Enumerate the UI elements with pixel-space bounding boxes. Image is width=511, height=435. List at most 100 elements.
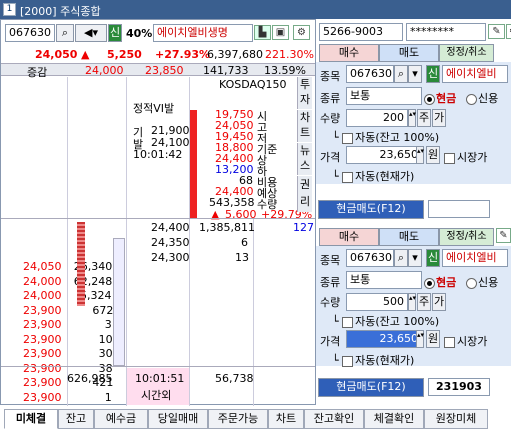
cash-radio[interactable]: 현금 xyxy=(424,90,456,106)
bottom-tab[interactable]: 차트 xyxy=(268,409,304,429)
tab-buy[interactable]: 매수 xyxy=(319,228,379,246)
bottom-tab[interactable]: 미체결 xyxy=(4,409,58,429)
tab-sell[interactable]: 매도 xyxy=(379,228,439,246)
chart-icon[interactable]: ▙ xyxy=(254,25,271,40)
search-button[interactable]: ⌕ xyxy=(394,249,408,267)
settings-icon[interactable]: ⚙ xyxy=(293,25,310,40)
sell-submit-button[interactable]: 현금매도(F12) xyxy=(318,378,424,397)
bottom-tab[interactable]: 당일매매 xyxy=(148,409,208,429)
shares-button[interactable]: 주 xyxy=(417,293,431,311)
credit-radio[interactable]: 신용 xyxy=(466,90,498,106)
order-type-select[interactable]: 보통 xyxy=(346,271,422,289)
auto-current-checkbox[interactable]: └ 자동(현재가) xyxy=(332,352,414,368)
stock-name: 에이치엘비생명 xyxy=(153,24,253,42)
market-price-checkbox[interactable]: 시장가 xyxy=(444,333,487,349)
search-button[interactable]: ⌕ xyxy=(394,65,408,83)
credit-badge[interactable]: 신 xyxy=(426,249,440,267)
bid-price: 24,000 xyxy=(23,274,62,288)
left-panel: 067630 ⌕ ◀▾ 신 40% 에이치엘비생명 ▙ ▣ ⚙ 24,050 ▲… xyxy=(0,19,316,406)
price-stepper[interactable]: ▴▾ xyxy=(416,146,424,164)
exec-price-1: 24,400 xyxy=(151,221,190,234)
dropdown-button[interactable]: ▾ xyxy=(408,249,422,267)
available-button[interactable]: 가 xyxy=(432,109,446,127)
bid-volume: 10 xyxy=(98,332,113,346)
order-code-input[interactable]: 067630 xyxy=(346,249,394,267)
static-vi-label: 정적VI발 xyxy=(133,102,175,115)
bid-scrollbar[interactable] xyxy=(113,238,125,366)
qty-input[interactable]: 500 xyxy=(346,293,408,311)
tab-buy[interactable]: 매수 xyxy=(319,44,379,62)
exp-up-arrow-icon: ▲ xyxy=(211,208,220,221)
bid-volume: 672 xyxy=(92,303,114,317)
available-button[interactable]: 가 xyxy=(432,293,446,311)
credit-badge[interactable]: 신 xyxy=(426,65,440,83)
tab-rights[interactable]: 권리 xyxy=(297,176,312,212)
market-price-checkbox[interactable]: 시장가 xyxy=(444,149,487,165)
settings-icon[interactable]: ⚙ xyxy=(506,24,511,39)
sound-button[interactable]: ◀▾ xyxy=(75,24,107,42)
qty-stepper[interactable]: ▴▾ xyxy=(408,293,416,311)
bottom-tab[interactable]: 잔고 xyxy=(58,409,94,429)
col-divider xyxy=(67,77,68,406)
bid-volume: 30 xyxy=(98,347,113,360)
tab-investor[interactable]: 투자 xyxy=(297,77,312,109)
title-bar: 1 [2000] 주식종합 xyxy=(0,0,511,19)
hdr-v4: 13.59% xyxy=(264,64,306,77)
margin-pct: 40% xyxy=(126,27,153,40)
bid-price: 23,900 xyxy=(23,303,62,317)
stock-code-input[interactable]: 067630 xyxy=(5,24,55,42)
window-icon[interactable]: ▣ xyxy=(272,25,289,40)
bid-price: 23,900 xyxy=(23,332,62,346)
bid-price: 24,000 xyxy=(23,289,62,302)
vi-time: 10:01:42 xyxy=(133,148,183,161)
password-input[interactable]: ******** xyxy=(406,23,486,41)
price-stepper[interactable]: ▴▾ xyxy=(416,330,424,348)
bottom-tab[interactable]: 예수금 xyxy=(94,409,148,429)
order-code-input[interactable]: 067630 xyxy=(346,65,394,83)
tab-sell[interactable]: 매도 xyxy=(379,44,439,62)
bid-price: 24,050 xyxy=(23,260,62,273)
tab-chart[interactable]: 차트 xyxy=(297,110,312,142)
exec-vol-3: 13 xyxy=(235,251,249,264)
tab-modify-cancel[interactable]: 정정/취소 xyxy=(439,44,494,62)
price-input[interactable]: 23,650 xyxy=(346,146,422,164)
type-label: 종류 xyxy=(320,276,341,289)
shares-button[interactable]: 주 xyxy=(417,109,431,127)
search-button[interactable]: ⌕ xyxy=(56,24,74,42)
qty-input[interactable]: 200 xyxy=(346,109,408,127)
hdr-v1: 24,000 xyxy=(85,64,124,77)
won-button[interactable]: 원 xyxy=(426,330,440,348)
account-select[interactable]: 5266-9003 xyxy=(319,23,403,41)
credit-badge[interactable]: 신 xyxy=(108,24,122,42)
auto-balance-checkbox[interactable]: └ 자동(잔고 100%) xyxy=(332,129,439,145)
edit-icon[interactable]: ✎ xyxy=(488,24,505,39)
sell-submit-button[interactable]: 현금매도(F12) xyxy=(318,200,424,219)
order-stock-name: 에이치엘비 xyxy=(442,249,508,267)
auto-current-checkbox[interactable]: └ 자동(현재가) xyxy=(332,168,414,184)
order-type-select[interactable]: 보통 xyxy=(346,87,422,105)
cash-radio[interactable]: 현금 xyxy=(424,274,456,290)
order-number xyxy=(428,200,490,218)
credit-radio[interactable]: 신용 xyxy=(466,274,498,290)
bottom-tab[interactable]: 주문가능 xyxy=(208,409,268,429)
tab-modify-cancel[interactable]: 정정/취소 xyxy=(439,228,494,246)
bottom-tab[interactable]: 체결확인 xyxy=(364,409,424,429)
type-label: 종류 xyxy=(320,92,341,105)
price-change-pct: +27.93% xyxy=(155,48,211,61)
edit-icon[interactable]: ✎ xyxy=(496,228,511,243)
exec-vol-2: 6 xyxy=(241,236,248,249)
code-label: 종목 xyxy=(320,70,341,83)
bid-volume: 3 xyxy=(104,318,112,331)
dropdown-button[interactable]: ▾ xyxy=(408,65,422,83)
bottom-tab[interactable]: 잔고확인 xyxy=(304,409,364,429)
qty-stepper[interactable]: ▴▾ xyxy=(408,109,416,127)
diff-label: 증감 xyxy=(27,66,48,79)
exec-price-2: 24,350 xyxy=(151,236,190,249)
tab-news[interactable]: 뉴스 xyxy=(297,143,312,175)
auto-balance-checkbox[interactable]: └ 자동(잔고 100%) xyxy=(332,313,439,329)
won-button[interactable]: 원 xyxy=(426,146,440,164)
divider xyxy=(1,366,315,367)
price-input[interactable]: 23,650 xyxy=(346,330,422,348)
price-bar xyxy=(190,110,197,218)
bottom-tab[interactable]: 원장미체 xyxy=(424,409,488,429)
